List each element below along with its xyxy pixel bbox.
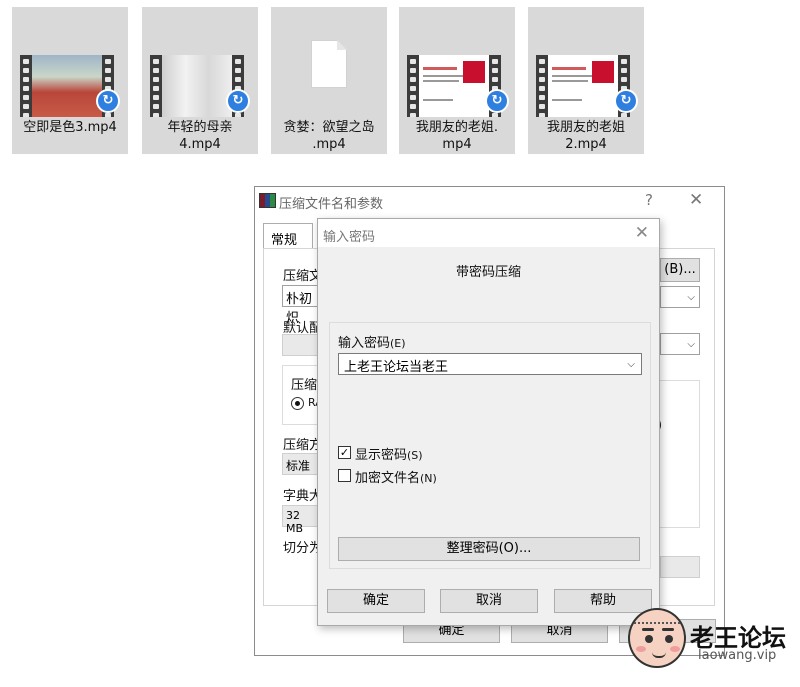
file-tile-5[interactable]: ↻ 我朋友的老姐 2.mp4 <box>528 7 644 154</box>
help-icon[interactable]: ? <box>645 191 653 209</box>
chevron-down-icon: ⌵ <box>627 359 635 370</box>
dialog-title: 输入密码 <box>323 230 376 245</box>
sync-icon: ↻ <box>485 89 509 113</box>
archive-name-dropdown[interactable]: ⌵ <box>660 286 700 308</box>
file-name: 空即是色3.mp4 <box>23 120 117 135</box>
sync-icon: ↻ <box>96 89 120 113</box>
show-password-label: 显示密码(S) <box>355 448 423 463</box>
organize-passwords-button[interactable]: 整理密码(O)... <box>338 537 640 561</box>
file-tile-1[interactable]: ↻ 空即是色3.mp4 <box>12 7 128 154</box>
password-input[interactable]: 上老王论坛当老王 ⌵ <box>338 353 642 375</box>
encrypt-filenames-label: 加密文件名(N) <box>355 471 437 486</box>
encrypt-filenames-checkbox[interactable] <box>338 469 351 482</box>
sync-icon: ↻ <box>226 89 250 113</box>
close-icon[interactable]: ✕ <box>689 190 703 210</box>
dialog-title: 压缩文件名和参数 <box>279 197 384 212</box>
winrar-app-icon <box>259 193 276 208</box>
blank-document-icon <box>311 40 347 88</box>
file-tile-4[interactable]: ↻ 我朋友的老姐. mp4 <box>399 7 515 154</box>
file-name: 我朋友的老姐. mp4 <box>415 120 499 152</box>
method-dropdown[interactable]: 标准 <box>282 453 322 475</box>
archive-options-group <box>659 380 700 528</box>
ok-button[interactable]: 确定 <box>327 589 425 613</box>
dictionary-dropdown[interactable]: 32 MB <box>282 505 322 535</box>
enter-password-label: 输入密码(E) <box>338 336 406 351</box>
file-name: 年轻的母亲 4.mp4 <box>167 120 233 152</box>
close-icon[interactable]: ✕ <box>635 223 649 243</box>
show-password-checkbox[interactable]: ✓ <box>338 446 351 459</box>
rar-radio[interactable] <box>291 397 304 410</box>
dialog-heading: 带密码压缩 <box>455 265 521 280</box>
set-password-button[interactable] <box>660 556 700 578</box>
file-tile-3[interactable]: 贪婪：欲望之岛 .mp4 <box>271 7 387 154</box>
mascot-face-logo <box>628 608 686 668</box>
profiles-button[interactable] <box>282 334 322 356</box>
file-tile-2[interactable]: ↻ 年轻的母亲 4.mp4 <box>142 7 258 154</box>
file-name: 我朋友的老姐 2.mp4 <box>546 120 625 152</box>
browse-button[interactable]: (B)... <box>660 258 700 282</box>
sync-icon: ↻ <box>614 89 638 113</box>
enter-password-dialog: 输入密码 ✕ 带密码压缩 输入密码(E) 上老王论坛当老王 ⌵ ✓ 显示密码(S… <box>317 218 660 626</box>
cancel-button[interactable]: 取消 <box>440 589 538 613</box>
archive-name-input[interactable]: 朴初炽 <box>282 285 322 326</box>
watermark-url: laowang.vip <box>698 648 777 663</box>
tab-general[interactable]: 常规 <box>263 223 313 249</box>
file-name: 贪婪：欲望之岛 .mp4 <box>283 120 375 152</box>
format-label: 压缩 <box>291 378 318 393</box>
chevron-down-icon: ⌵ <box>687 292 695 303</box>
chevron-down-icon: ⌵ <box>687 339 695 350</box>
update-mode-dropdown[interactable]: ⌵ <box>660 333 700 355</box>
